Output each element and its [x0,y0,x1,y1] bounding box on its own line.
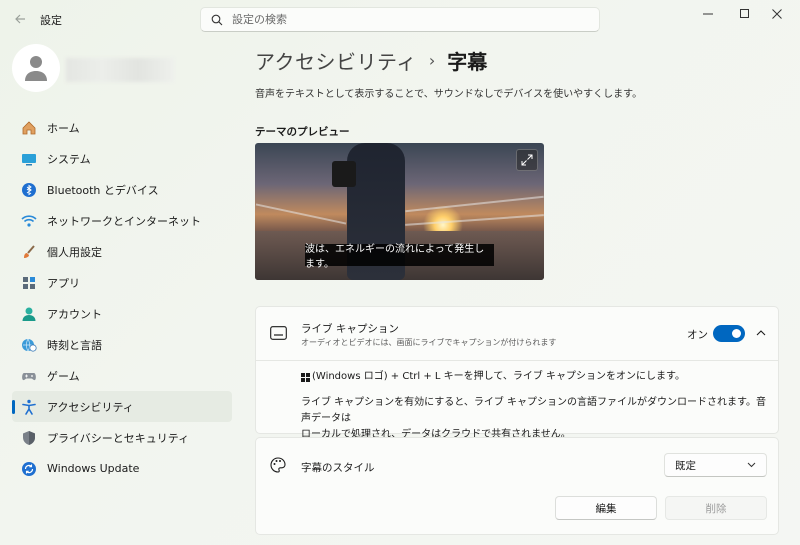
caption-style-card: 字幕のスタイル 既定 編集 削除 [255,437,779,535]
live-caption-details: (Windows ロゴ) + Ctrl + L キーを押して、ライブ キャプショ… [301,369,771,443]
breadcrumb-separator: › [428,51,436,70]
close-icon [772,9,782,19]
breadcrumb-parent[interactable]: アクセシビリティ [255,46,417,75]
sidebar-item-personalization[interactable]: 個人用設定 [12,236,232,267]
wifi-icon [21,213,37,229]
caption-icon [270,326,287,343]
caption-style-title: 字幕のスタイル [301,462,375,474]
globe-clock-icon [21,337,37,353]
apps-icon [21,275,37,291]
back-button[interactable] [8,8,32,30]
sidebar-item-privacy[interactable]: プライバシーとセキュリティ [12,422,232,453]
close-button[interactable] [754,0,800,28]
dropdown-value: 既定 [675,459,696,472]
chevron-down-icon [747,462,756,468]
avatar [12,44,60,92]
user-name-redacted [66,58,174,82]
info-line: ライブ キャプションを有効にすると、ライブ キャプションの言語ファイルがダウンロ… [301,397,767,424]
bluetooth-icon [21,182,37,198]
app-title: 設定 [40,14,62,27]
toggle-state-label: オン [687,329,708,341]
sidebar-nav: ホーム システム Bluetooth とデバイス ネットワークとインターネット … [12,112,232,484]
breadcrumb: アクセシビリティ › 字幕 [255,46,487,75]
user-icon [25,56,47,81]
sidebar-item-label: プライバシーとセキュリティ [47,431,190,445]
live-caption-toggle[interactable] [713,325,745,342]
sidebar-item-time-language[interactable]: 時刻と言語 [12,329,232,360]
theme-preview: 波は、エネルギーの流れによって発生します。 [255,143,544,280]
page-title: 字幕 [447,50,488,74]
chevron-up-icon [756,330,766,336]
accessibility-icon [21,399,37,415]
sidebar-item-apps[interactable]: アプリ [12,267,232,298]
sidebar-item-label: Windows Update [47,462,140,475]
home-icon [21,120,37,136]
sidebar-item-windows-update[interactable]: Windows Update [12,453,232,484]
maximize-icon [740,9,749,18]
expand-icon [521,154,533,166]
preview-caption: 波は、エネルギーの流れによって発生します。 [305,244,494,270]
sidebar-item-gaming[interactable]: ゲーム [12,360,232,391]
sidebar-item-label: ゲーム [47,369,80,383]
sidebar-item-accounts[interactable]: アカウント [12,298,232,329]
info-text: ライブ キャプションを有効にすると、ライブ キャプションの言語ファイルがダウンロ… [301,395,771,443]
preview-bag [332,161,356,187]
shortcut-line: (Windows ロゴ) + Ctrl + L キーを押して、ライブ キャプショ… [301,369,771,385]
account-icon [21,306,37,322]
sidebar-item-bluetooth[interactable]: Bluetooth とデバイス [12,174,232,205]
sidebar-item-label: アカウント [47,307,102,321]
windows-logo-icon [301,372,310,382]
expand-preview-button[interactable] [516,149,538,171]
back-arrow-icon [15,14,25,24]
sidebar-item-label: アプリ [47,276,80,290]
preview-heading: テーマのプレビュー [255,126,350,138]
live-caption-title: ライブ キャプション [301,323,399,335]
live-caption-header[interactable]: ライブ キャプション オーディオとビデオには、画面にライブでキャプションが付けら… [256,307,778,361]
preview-railing [405,195,544,213]
sidebar-item-label: 時刻と言語 [47,338,102,352]
preview-railing [255,203,347,225]
search-input[interactable] [232,13,572,26]
brush-icon [21,244,37,260]
sidebar-item-network[interactable]: ネットワークとインターネット [12,205,232,236]
caption-style-dropdown[interactable]: 既定 [664,453,767,477]
system-icon [21,151,37,167]
sidebar-item-label: ホーム [47,121,80,135]
page-description: 音声をテキストとして表示することで、サウンドなしでデバイスを使いやすくします。 [255,89,643,100]
edit-button[interactable]: 編集 [555,496,657,520]
search-box[interactable] [200,7,600,32]
minimize-icon [703,13,713,15]
sidebar-item-system[interactable]: システム [12,143,232,174]
sidebar-item-label: Bluetooth とデバイス [47,183,159,197]
sidebar-item-label: ネットワークとインターネット [47,214,201,228]
sidebar-item-label: アクセシビリティ [47,400,134,414]
live-caption-subtitle: オーディオとビデオには、画面にライブでキャプションが付けられます [301,338,557,347]
toggle-knob [732,329,741,338]
delete-button[interactable]: 削除 [665,496,767,520]
title-bar: 設定 [0,0,800,38]
shortcut-text: (Windows ロゴ) + Ctrl + L キーを押して、ライブ キャプショ… [312,371,686,382]
live-caption-card: ライブ キャプション オーディオとビデオには、画面にライブでキャプションが付けら… [255,306,779,440]
palette-icon [270,457,286,476]
gamepad-icon [21,368,37,384]
update-icon [21,461,37,477]
user-profile[interactable] [12,44,232,94]
sidebar-item-label: システム [47,152,91,166]
sidebar-item-accessibility[interactable]: アクセシビリティ [12,391,232,422]
collapse-button[interactable] [753,325,769,341]
shield-icon [21,430,37,446]
active-indicator [12,400,15,414]
sidebar-item-home[interactable]: ホーム [12,112,232,143]
search-icon [211,14,223,25]
sidebar-item-label: 個人用設定 [47,245,102,259]
